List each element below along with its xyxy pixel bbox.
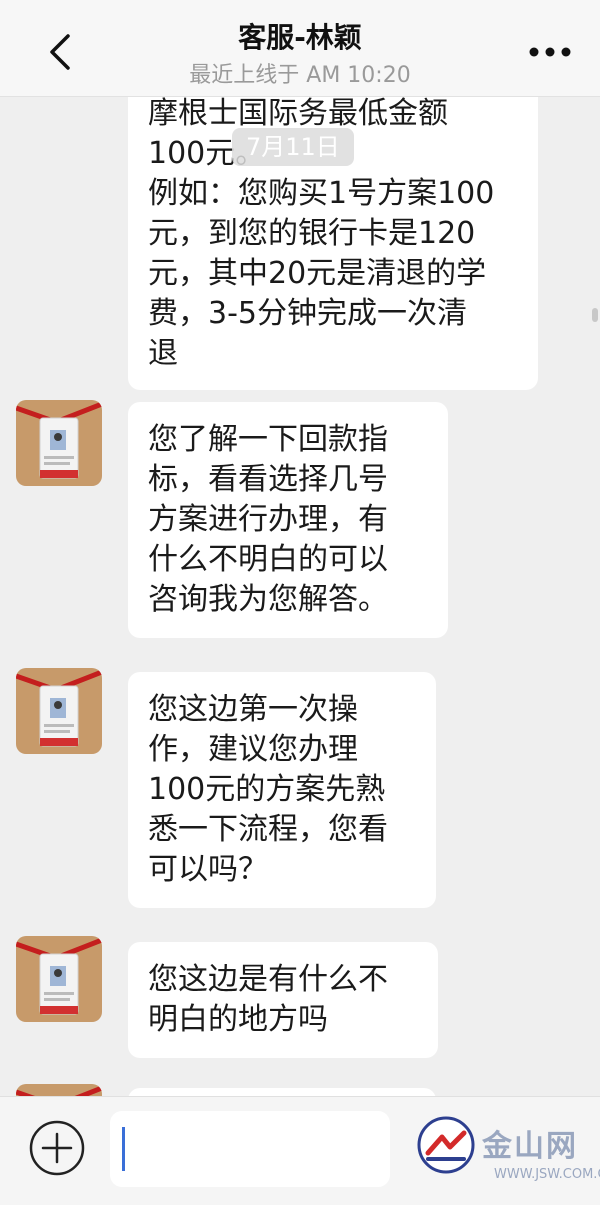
watermark-url: WWW.JSW.COM.CN [494, 1167, 600, 1182]
message-line: 元，其中20元是清退的学 [148, 256, 487, 291]
message-line: 可以吗？ [148, 852, 268, 887]
message-line: 退 [148, 336, 178, 371]
message-bubble-partial [128, 1088, 436, 1096]
message-line: 例如：您购买1号方案100 [148, 176, 495, 211]
more-options-icon[interactable] [528, 45, 572, 59]
watermark-logo-icon [417, 1116, 475, 1174]
message-bubble: 您了解一下回款指 标，看看选择几号 方案进行办理，有 什么不明白的可以 咨询我为… [128, 402, 448, 638]
chat-header: 客服-林颖 最近上线于 AM 10:20 [0, 0, 600, 97]
message-line: 您了解一下回款指 [148, 422, 388, 457]
message-line: 咨询我为您解答。 [148, 582, 388, 617]
agent-avatar[interactable] [16, 668, 102, 754]
message-bubble: 您这边第一次操 作，建议您办理 100元的方案先熟 悉一下流程，您看 可以吗？ [128, 672, 436, 908]
input-bar: 金山网 WWW.JSW.COM.CN [0, 1096, 600, 1205]
message-line: 悉一下流程，您看 [148, 812, 388, 847]
message-line: 作，建议您办理 [148, 732, 358, 767]
message-bubble: 您这边是有什么不 明白的地方吗 [128, 942, 438, 1058]
agent-avatar[interactable] [16, 1084, 102, 1096]
message-line: 费，3-5分钟完成一次清 [148, 296, 467, 331]
last-online-status: 最近上线于 AM 10:20 [189, 63, 411, 88]
message-input[interactable] [110, 1111, 390, 1187]
message-line: 100元的方案先熟 [148, 772, 386, 807]
scrollbar-thumb[interactable] [592, 308, 598, 322]
date-divider: 7月11日 [232, 128, 354, 166]
chat-title: 客服-林颖 [238, 21, 362, 54]
agent-avatar[interactable] [16, 936, 102, 1022]
site-watermark: 金山网 WWW.JSW.COM.CN [416, 1109, 600, 1195]
add-attachment-button[interactable] [28, 1119, 86, 1177]
message-line: 元，到您的银行卡是120 [148, 216, 476, 251]
message-line: 方案进行办理，有 [148, 502, 388, 537]
agent-avatar[interactable] [16, 400, 102, 486]
message-line: 您这边是有什么不 [148, 962, 388, 997]
watermark-name: 金山网 [482, 1129, 578, 1164]
message-line: 标，看看选择几号 [148, 462, 388, 497]
message-list[interactable]: 摩根士国际务最低金额 100元。 例如：您购买1号方案100 元，到您的银行卡是… [0, 96, 600, 1096]
text-caret [122, 1127, 125, 1171]
message-line: 什么不明白的可以 [148, 542, 388, 577]
message-line: 您这边第一次操 [148, 692, 358, 727]
message-line: 明白的地方吗 [148, 1002, 328, 1037]
